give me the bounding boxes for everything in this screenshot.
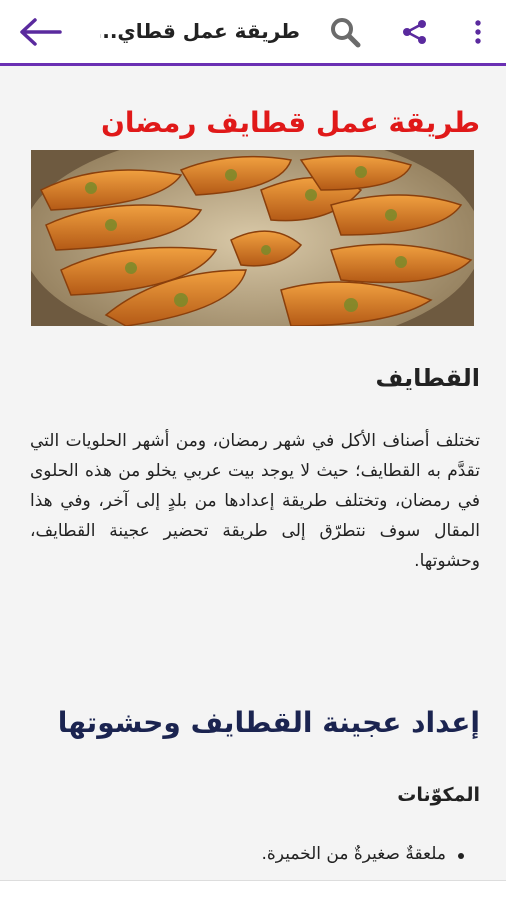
bullet-icon [458, 853, 464, 859]
list-item: ملعقةٌ صغيرةٌ من الخميرة. [46, 844, 464, 864]
ingredient-text: ملعقةٌ صغيرةٌ من الخميرة. [261, 844, 447, 864]
share-button[interactable] [392, 0, 438, 63]
share-icon [403, 19, 426, 44]
more-options-button[interactable] [460, 0, 496, 63]
ingredients-heading: المكوّنات [397, 784, 480, 806]
section-heading-preparation: إعداد عجينة القطايف وحشوتها [57, 706, 480, 739]
app-bar-title: طريقة عمل قطاي... [100, 19, 300, 43]
search-icon [331, 17, 361, 47]
qatayef-image [31, 150, 474, 326]
app-bar: طريقة عمل قطاي... [0, 0, 506, 66]
section-heading-qatayef: القطايف [375, 364, 481, 392]
article-title: طريقة عمل قطايف رمضان [100, 106, 480, 139]
intro-paragraph: تختلف أصناف الأكل في شهر رمضان، ومن أشهر… [30, 431, 480, 571]
more-vertical-icon [475, 19, 481, 44]
article-content[interactable]: طريقة عمل قطايف رمضان القطايف تختلف أصنا… [0, 66, 506, 880]
arrow-left-icon [20, 17, 62, 46]
back-button[interactable] [10, 0, 70, 63]
search-button[interactable] [322, 0, 368, 63]
qatayef-photo [31, 150, 474, 326]
bottom-bar [0, 880, 506, 901]
